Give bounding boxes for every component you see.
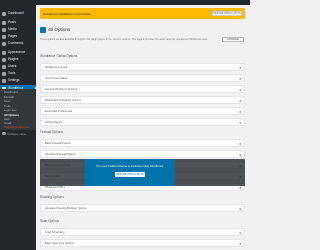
submenu-dashboard[interactable]: Dashboard bbox=[4, 91, 18, 94]
option-row-view-customization[interactable]: View Customization bbox=[40, 74, 245, 82]
brush-icon bbox=[2, 50, 6, 55]
section-title-global: Wordfence Global Options bbox=[40, 54, 78, 58]
option-row-dashboard-notifications[interactable]: Dashboard Notification Options bbox=[40, 96, 245, 104]
chevron-down-icon bbox=[238, 110, 242, 114]
submenu-upgrade[interactable]: Upgrade to Premium bbox=[4, 126, 30, 129]
page-icon bbox=[2, 34, 6, 39]
chevron-down-icon bbox=[238, 66, 242, 70]
option-row-country-blocking[interactable]: Advanced Country Blocking Options bbox=[40, 204, 245, 212]
user-icon bbox=[2, 64, 6, 69]
plugin-icon bbox=[2, 57, 6, 62]
wordfence-submenu: Dashboard Firewall Scan Tools Login Sec … bbox=[0, 89, 36, 130]
chevron-down-icon bbox=[238, 242, 242, 246]
submenu-tools[interactable]: Tools bbox=[4, 104, 11, 108]
sidebar-item-posts[interactable]: Posts bbox=[0, 19, 36, 26]
wrench-icon bbox=[2, 71, 6, 76]
option-row-license[interactable]: Wordfence License bbox=[40, 63, 245, 71]
option-row-activity-report[interactable]: Activity Report bbox=[40, 118, 245, 126]
chevron-down-icon bbox=[238, 186, 242, 190]
submenu-all-options[interactable]: All Options bbox=[4, 113, 19, 117]
section-title-scan: Scan Options bbox=[40, 219, 60, 223]
chevron-down-icon bbox=[238, 88, 242, 92]
section-title-blocking: Blocking Options bbox=[40, 195, 64, 199]
sidebar-item-plugins[interactable]: Plugins bbox=[0, 56, 36, 63]
submenu-login-security[interactable]: Login Sec bbox=[4, 109, 16, 112]
option-row-basic-scan-type[interactable]: Basic Scan Type Options bbox=[40, 239, 245, 247]
modal-message: You must install a license to continue u… bbox=[95, 164, 165, 168]
sidebar-item-media[interactable]: Media bbox=[0, 26, 36, 33]
chevron-down-icon bbox=[238, 77, 242, 81]
sidebar-item-pages[interactable]: Pages bbox=[0, 33, 36, 40]
submenu-scan[interactable]: Scan bbox=[4, 100, 10, 103]
sidebar-item-appearance[interactable]: Appearance bbox=[0, 49, 36, 56]
chevron-down-icon bbox=[238, 207, 242, 211]
modal-resume-installation-button[interactable]: RESUME INSTALLATION bbox=[115, 172, 145, 177]
chevron-down-icon bbox=[238, 231, 242, 235]
chevron-down-icon bbox=[238, 121, 242, 125]
license-modal: You must install a license to continue u… bbox=[85, 159, 175, 186]
settings-icon bbox=[2, 78, 6, 83]
sidebar-item-dashboard[interactable]: Dashboard bbox=[0, 10, 36, 17]
collapse-icon bbox=[2, 131, 6, 136]
chevron-down-icon bbox=[238, 142, 242, 146]
collapse-menu-button[interactable]: Collapse menu bbox=[0, 131, 36, 136]
sidebar-item-users[interactable]: Users bbox=[0, 63, 36, 70]
comment-icon bbox=[2, 41, 6, 46]
chevron-down-icon bbox=[238, 99, 242, 103]
option-row-email-alerts[interactable]: Email Alert Preferences bbox=[40, 107, 245, 115]
sidebar-item-comments[interactable]: Comments bbox=[0, 40, 36, 47]
admin-bar bbox=[0, 0, 250, 5]
section-title-firewall: Firewall Options bbox=[40, 130, 63, 134]
dashboard-icon bbox=[2, 11, 6, 16]
option-row-scan-scheduling[interactable]: Scan Scheduling bbox=[40, 228, 245, 236]
pin-icon bbox=[2, 20, 6, 25]
option-row-advanced-firewall[interactable]: Advanced Firewall Options bbox=[40, 150, 245, 158]
sidebar-item-tools[interactable]: Tools bbox=[0, 70, 36, 77]
media-icon bbox=[2, 27, 6, 32]
chevron-down-icon bbox=[238, 153, 242, 157]
resume-installation-button[interactable]: RESUME INSTALLATION bbox=[212, 11, 242, 16]
submenu-firewall[interactable]: Firewall bbox=[4, 95, 14, 99]
page-title: All Options bbox=[48, 27, 71, 32]
notice-text: Wordfence installation is incomplete bbox=[43, 12, 91, 16]
install-notice: Wordfence installation is incomplete RES… bbox=[40, 8, 245, 19]
wordfence-logo-icon bbox=[40, 27, 46, 33]
page-description: These options are also available through… bbox=[40, 38, 209, 41]
upgrade-button[interactable]: UPGRADE bbox=[222, 37, 244, 42]
option-row-basic-firewall[interactable]: Basic Firewall Options bbox=[40, 139, 245, 147]
sidebar-item-settings[interactable]: Settings bbox=[0, 77, 36, 84]
option-row-general[interactable]: General Wordfence Options bbox=[40, 85, 245, 93]
